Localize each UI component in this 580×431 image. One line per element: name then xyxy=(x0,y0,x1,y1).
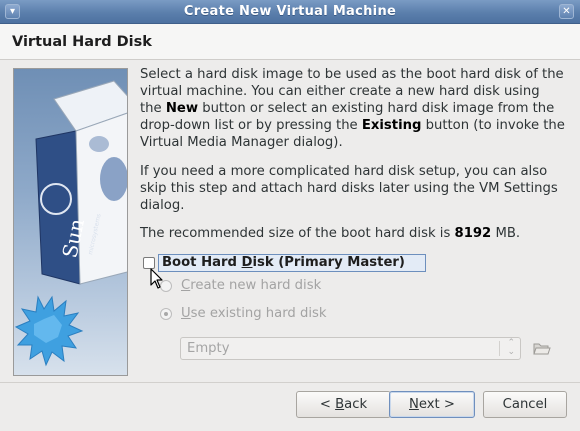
accelerator-key: D xyxy=(241,255,253,270)
description-paragraph-1: Select a hard disk image to be used as t… xyxy=(140,66,565,151)
use-existing-disk-label[interactable]: Use existing hard disk xyxy=(181,306,327,321)
description-text: The recommended size of the boot hard di… xyxy=(140,226,455,241)
spin-arrows-icon[interactable]: ⌃ ⌄ xyxy=(507,339,515,357)
description-paragraph-2: If you need a more complicated hard disk… xyxy=(140,164,558,213)
boot-hard-disk-label[interactable]: Boot Hard Disk (Primary Master) xyxy=(158,254,426,272)
hard-disk-select[interactable]: Empty ⌃ ⌄ xyxy=(180,337,521,360)
close-icon[interactable]: ✕ xyxy=(559,4,574,19)
label-part: isk (Primary Master) xyxy=(252,255,405,270)
accelerator-key: B xyxy=(335,397,345,412)
accelerator-key: N xyxy=(409,397,419,412)
wizard-artwork: Sun microsystems xyxy=(13,68,128,376)
combo-separator xyxy=(499,341,500,356)
size-unit: MB. xyxy=(491,226,521,241)
title-bar: ▾ Create New Virtual Machine ✕ xyxy=(0,0,580,24)
label-part: ext > xyxy=(418,397,455,412)
accelerator-key: C xyxy=(181,278,191,293)
window-title: Create New Virtual Machine xyxy=(183,4,397,19)
label-part: se existing hard disk xyxy=(190,306,327,321)
hard-disk-select-value: Empty xyxy=(187,341,230,356)
page-header: Virtual Hard Disk xyxy=(0,24,580,60)
back-button[interactable]: < Back xyxy=(296,391,391,418)
cancel-button[interactable]: Cancel xyxy=(483,391,567,418)
existing-keyword: Existing xyxy=(361,118,422,133)
virtualbox-cube-illustration: Sun microsystems xyxy=(14,80,127,367)
create-new-disk-label[interactable]: Create new hard disk xyxy=(181,278,321,293)
open-folder-icon[interactable] xyxy=(533,340,551,356)
recommended-size-value: 8192 xyxy=(454,226,492,241)
footer-divider xyxy=(0,382,580,383)
page-title: Virtual Hard Disk xyxy=(12,34,152,50)
mouse-pointer-icon xyxy=(150,268,163,289)
label-part: < xyxy=(319,397,336,412)
next-button[interactable]: Next > xyxy=(389,391,475,418)
label-part: Boot Hard xyxy=(162,255,242,270)
label-part: ack xyxy=(344,397,368,412)
accelerator-key: U xyxy=(181,306,191,321)
label-part: reate new hard disk xyxy=(190,278,322,293)
new-keyword: New xyxy=(165,101,199,116)
recommended-size-text: The recommended size of the boot hard di… xyxy=(140,225,565,242)
use-existing-disk-radio[interactable] xyxy=(160,308,172,320)
